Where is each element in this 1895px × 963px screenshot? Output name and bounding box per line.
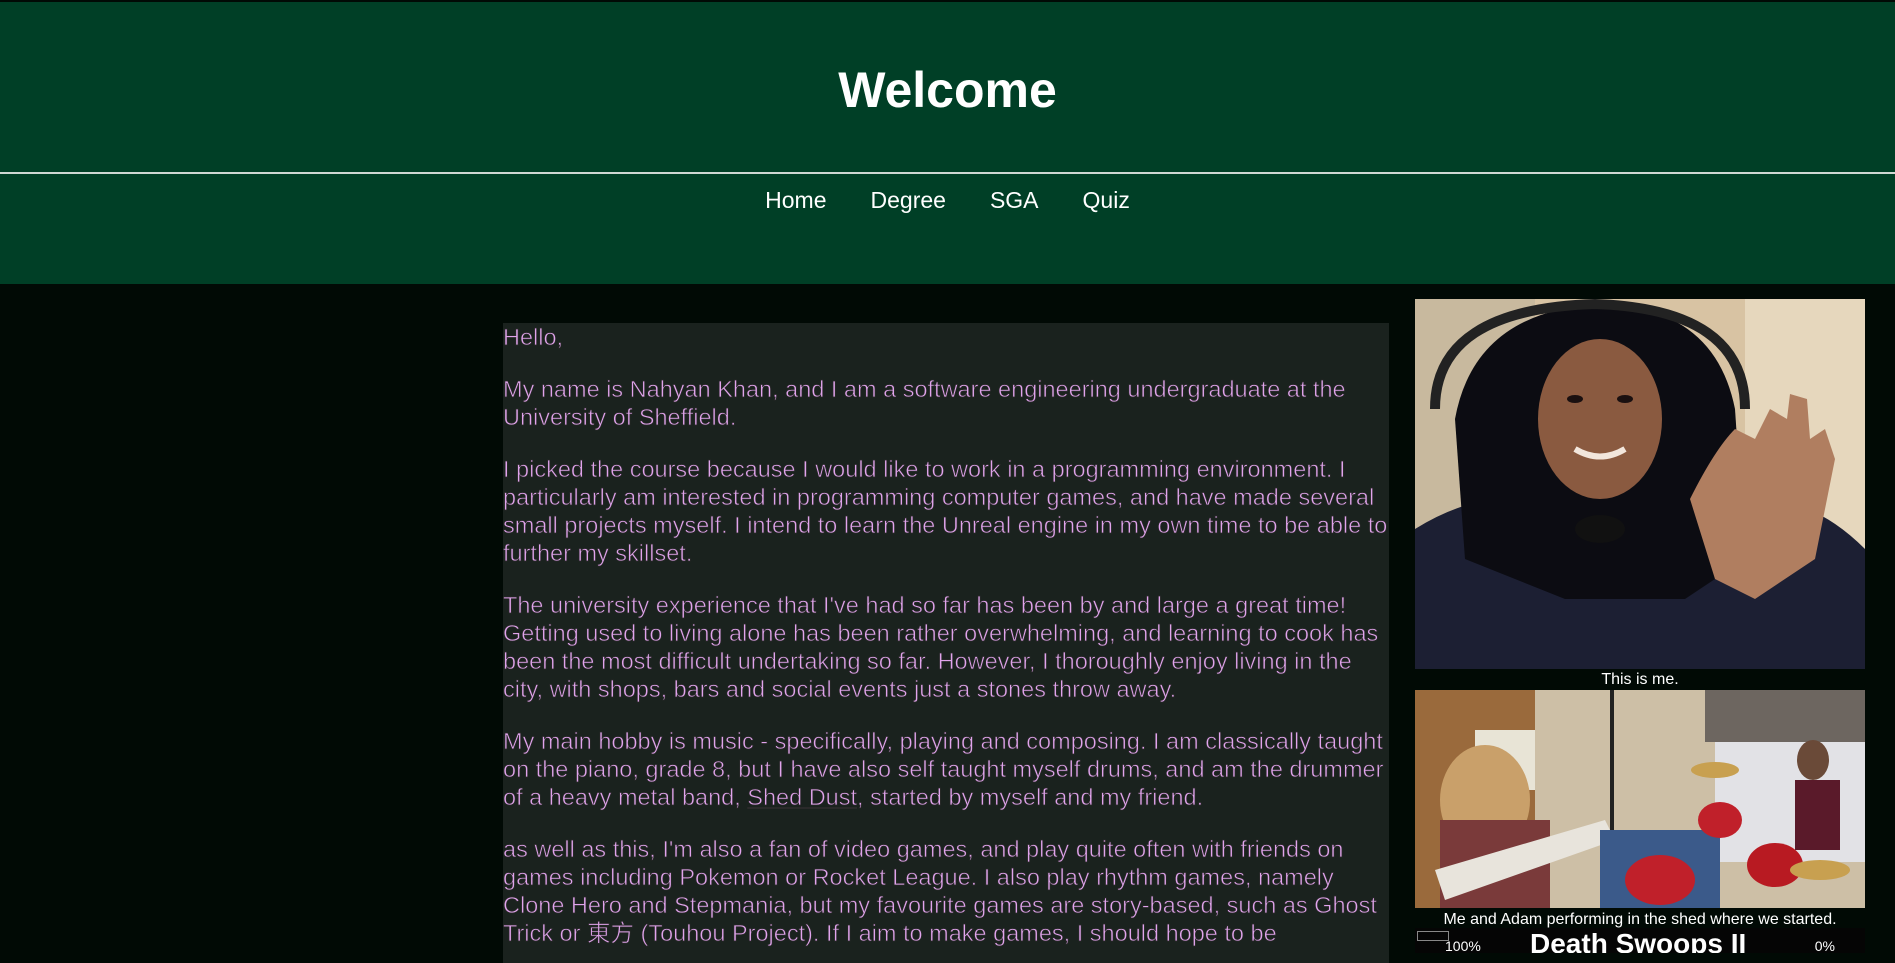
portrait-photo	[1415, 299, 1865, 669]
video-title: Death Swoops II	[1530, 928, 1747, 954]
video-right-label: 0%	[1814, 938, 1835, 953]
hobby-paragraph: My main hobby is music - specifically, p…	[503, 727, 1389, 811]
games-paragraph: as well as this, I'm also a fan of video…	[503, 836, 1377, 947]
nav-quiz-link[interactable]: Quiz	[1061, 185, 1152, 215]
site-header: Welcome Home Degree SGA Quiz	[0, 2, 1895, 284]
portrait-caption: This is me.	[1601, 671, 1679, 688]
nav-home-link[interactable]: Home	[743, 185, 848, 215]
course-paragraph: I picked the course because I would like…	[503, 456, 1388, 567]
embedded-video[interactable]: 100% Death Swoops II 0%	[1415, 928, 1865, 953]
intro-content: Hello, My name is Nahyan Khan, and I am …	[503, 323, 1389, 963]
band-photo	[1415, 690, 1865, 908]
band-image	[1415, 690, 1865, 908]
portrait-image	[1415, 299, 1865, 669]
university-paragraph: The university experience that I've had …	[503, 592, 1379, 703]
intro-paragraph: My name is Nahyan Khan, and I am a softw…	[503, 376, 1346, 431]
greeting-text: Hello,	[503, 324, 564, 351]
hobby-text-end: , started by myself and my friend.	[857, 784, 1204, 811]
page-title: Welcome	[838, 62, 1057, 118]
main-nav: Home Degree SGA Quiz	[0, 185, 1895, 215]
header-divider	[0, 172, 1895, 174]
shed-dust-link[interactable]: Shed Dust	[747, 784, 857, 811]
nav-degree-link[interactable]: Degree	[849, 185, 968, 215]
band-caption: Me and Adam performing in the shed where…	[1443, 911, 1837, 928]
video-left-label: 100%	[1445, 938, 1481, 953]
nav-sga-link[interactable]: SGA	[968, 185, 1061, 215]
